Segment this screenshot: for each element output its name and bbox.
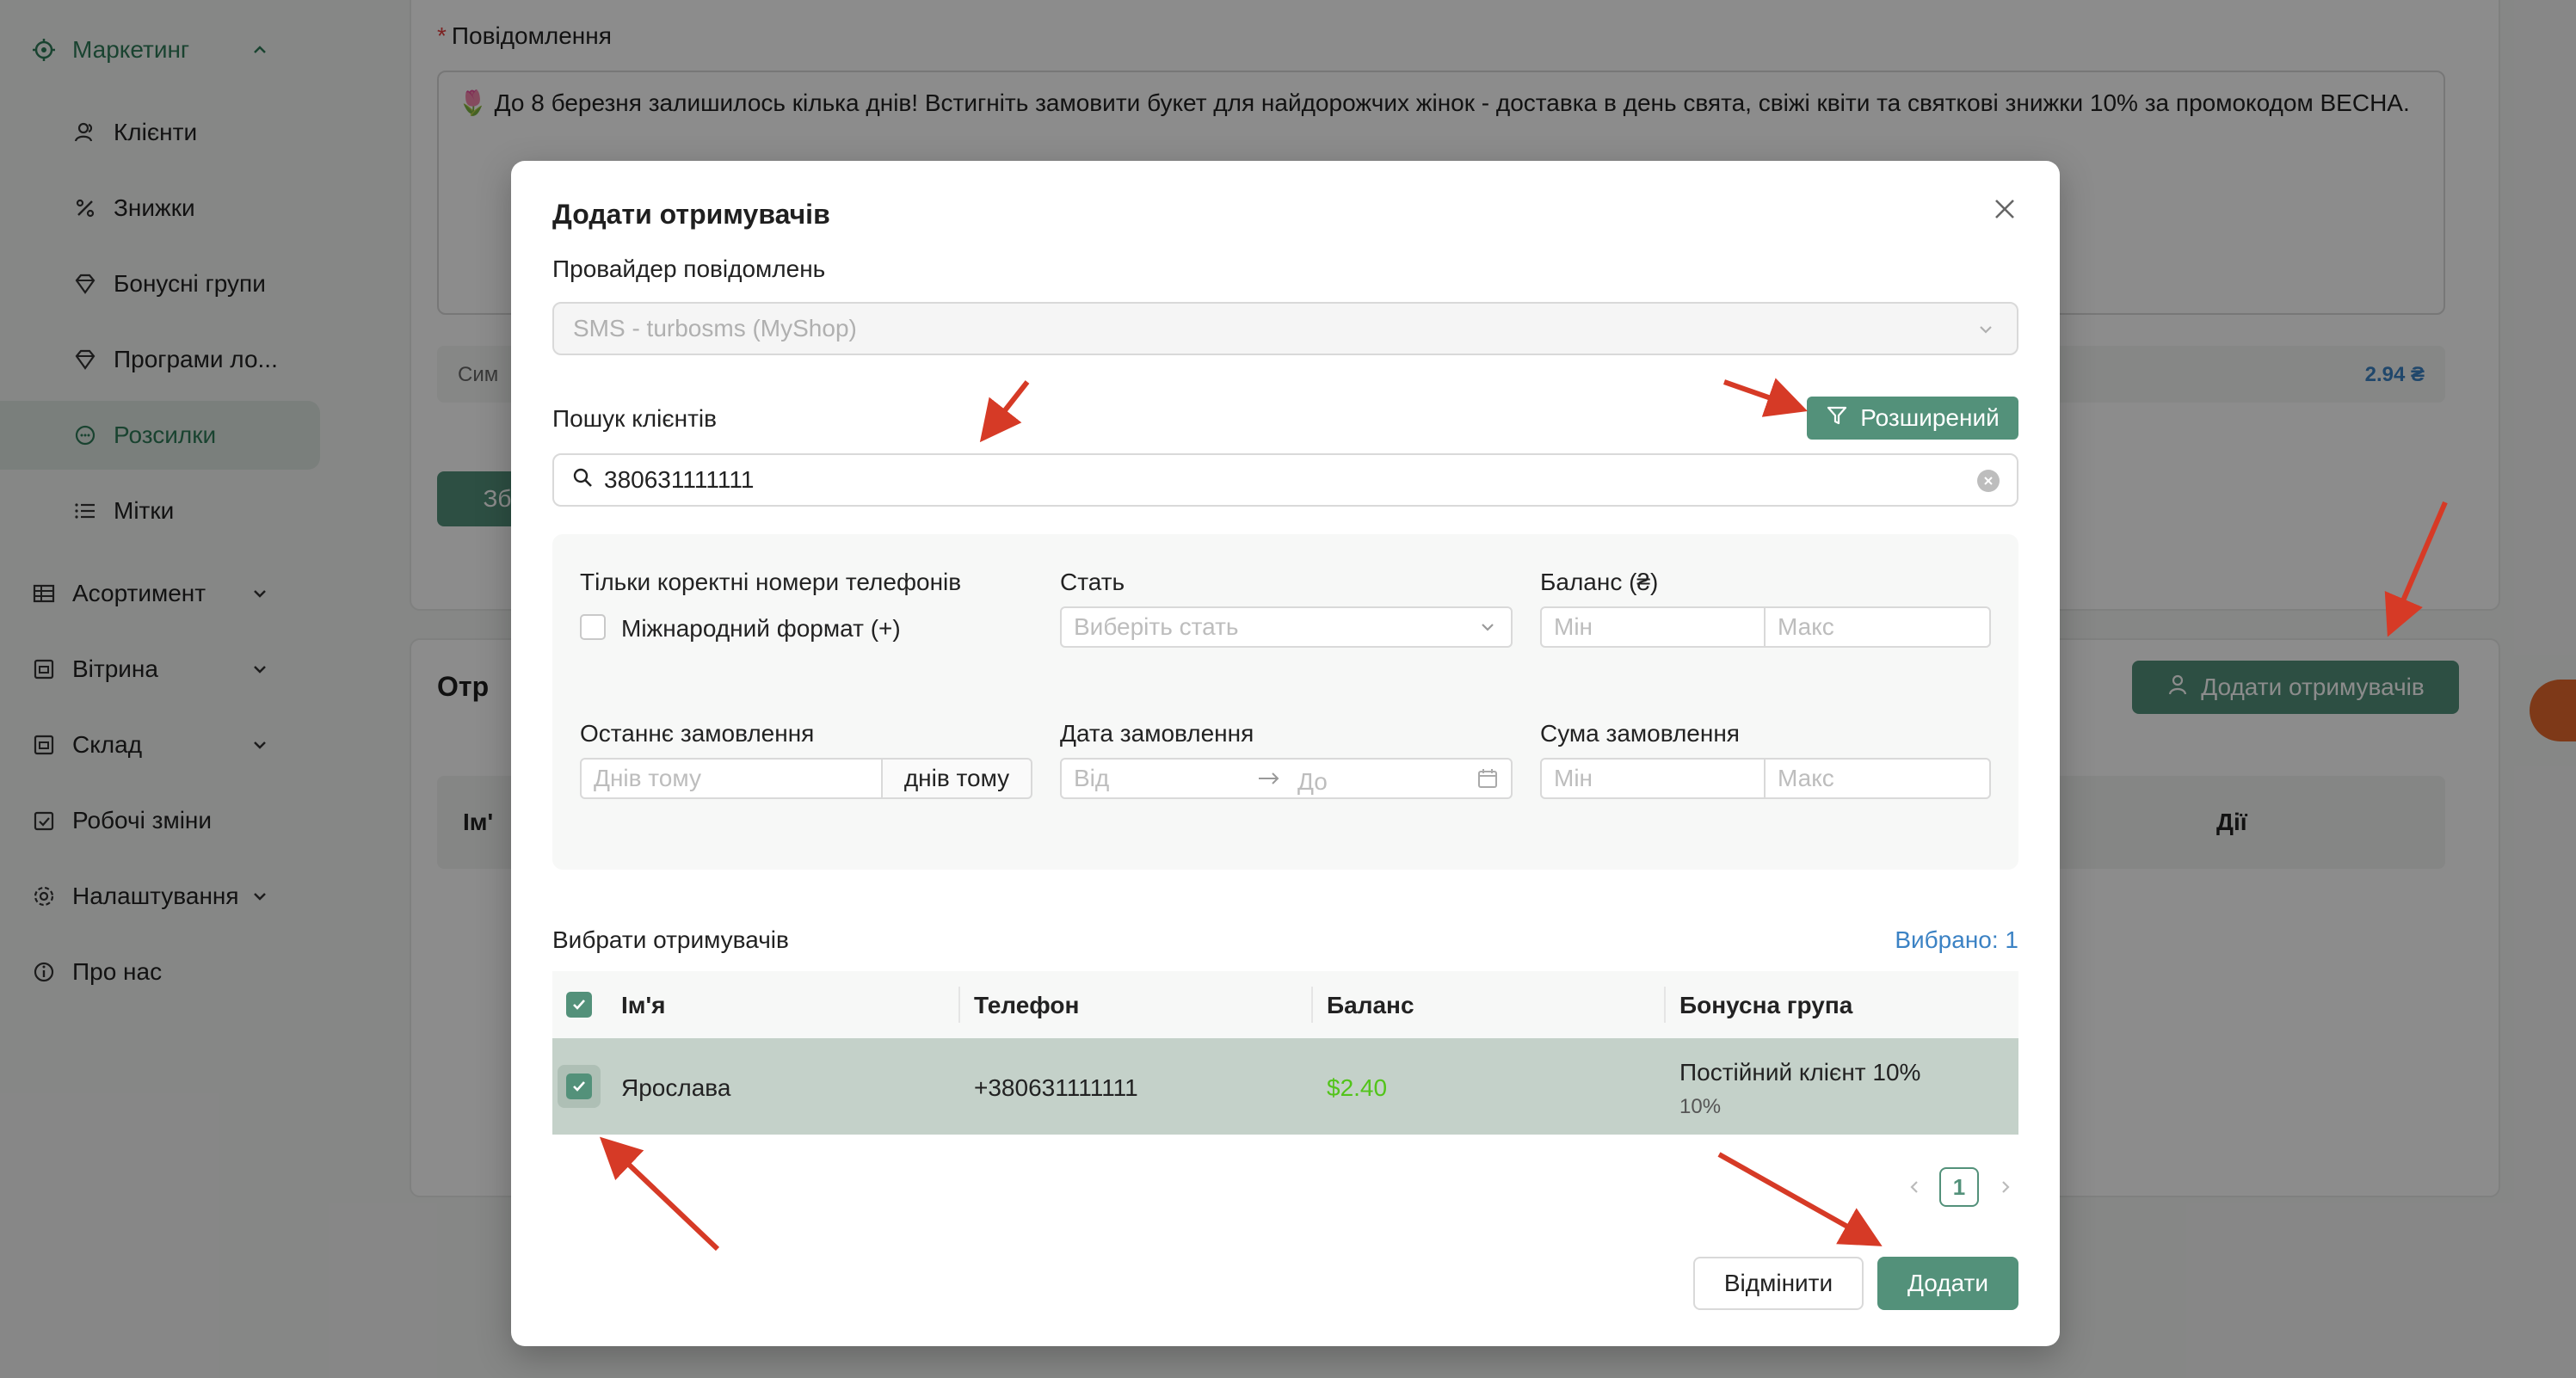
col-name: Ім'я xyxy=(621,992,666,1018)
pagination-prev[interactable] xyxy=(1901,1174,1927,1200)
valid-phones-label: Тільки коректні номери телефонів xyxy=(580,569,962,595)
order-sum-label: Сума замовлення xyxy=(1540,720,1740,747)
gender-label: Стать xyxy=(1060,569,1125,595)
column-divider xyxy=(1664,987,1666,1023)
search-value: 380631111111 xyxy=(604,466,755,493)
balance-label: Баланс (₴) xyxy=(1540,569,1659,595)
days-ago-input[interactable]: Днів тому xyxy=(580,758,883,799)
cell-phone: +380631111111 xyxy=(974,1074,1138,1101)
cell-bonus-group: Постійний клієнт 10% xyxy=(1679,1059,1921,1086)
column-divider xyxy=(958,987,960,1023)
cell-balance: $2.40 xyxy=(1327,1074,1388,1101)
order-sum-max-input[interactable]: Макс xyxy=(1764,758,1991,799)
arrow-right-icon xyxy=(1256,766,1282,797)
pagination-page[interactable]: 1 xyxy=(1939,1167,1979,1207)
intl-format-label: Міжнародний формат (+) xyxy=(621,615,901,642)
calendar-icon xyxy=(1476,767,1499,796)
provider-select: SMS - turbosms (MyShop) xyxy=(552,302,2018,355)
chevron-down-icon xyxy=(1476,616,1499,644)
select-recipients-label: Вибрати отримувачів xyxy=(552,926,789,953)
select-all-checkbox[interactable] xyxy=(566,992,592,1018)
column-divider xyxy=(1311,987,1313,1023)
cancel-button[interactable]: Відмінити xyxy=(1693,1257,1864,1310)
balance-min-input[interactable]: Мін xyxy=(1540,606,1766,648)
filter-icon xyxy=(1826,404,1848,433)
clear-icon[interactable] xyxy=(1977,470,2000,492)
provider-label: Провайдер повідомлень xyxy=(552,255,826,282)
order-date-label: Дата замовлення xyxy=(1060,720,1254,747)
chevron-down-icon xyxy=(1974,317,1998,348)
last-order-label: Останнє замовлення xyxy=(580,720,815,747)
cell-bonus-group-percent: 10% xyxy=(1679,1095,1722,1118)
pagination-next[interactable] xyxy=(1993,1174,2018,1200)
gender-select[interactable]: Виберіть стать xyxy=(1060,606,1513,648)
order-sum-min-input[interactable]: Мін xyxy=(1540,758,1766,799)
advanced-filter-button[interactable]: Розширений xyxy=(1807,397,2018,440)
add-recipients-modal: Додати отримувачів Провайдер повідомлень… xyxy=(511,161,2060,1346)
col-balance: Баланс xyxy=(1327,992,1414,1018)
col-bonus-group: Бонусна група xyxy=(1679,992,1853,1018)
add-button[interactable]: Додати xyxy=(1877,1257,2018,1310)
close-button[interactable] xyxy=(1986,192,2024,230)
order-date-range[interactable]: Від До xyxy=(1060,758,1513,799)
cell-name: Ярослава xyxy=(621,1074,731,1101)
modal-title: Додати отримувачів xyxy=(552,199,830,230)
check-icon xyxy=(573,1000,585,1010)
chevron-left-icon xyxy=(1910,1181,1918,1193)
row-checkbox[interactable] xyxy=(566,1073,592,1099)
chevron-right-icon xyxy=(2002,1181,2010,1193)
intl-format-checkbox[interactable] xyxy=(580,614,606,640)
advanced-filters-panel: Тільки коректні номери телефонів Міжнаро… xyxy=(552,534,2018,870)
days-ago-addon: днів тому xyxy=(881,758,1032,799)
search-icon xyxy=(571,466,594,495)
search-input[interactable]: 380631111111 xyxy=(552,453,2018,507)
balance-max-input[interactable]: Макс xyxy=(1764,606,1991,648)
close-icon xyxy=(1993,197,2017,225)
check-icon xyxy=(573,1081,585,1092)
table-row[interactable]: Ярослава +380631111111 $2.40 Постійний к… xyxy=(552,1038,2018,1135)
search-label: Пошук клієнтів xyxy=(552,405,717,432)
selected-count: Вибрано: 1 xyxy=(1895,926,2018,953)
date-to: До xyxy=(1297,768,1328,795)
table-header: Ім'я Телефон Баланс Бонусна група xyxy=(552,971,2018,1038)
date-from: Від xyxy=(1074,765,1110,791)
col-phone: Телефон xyxy=(974,992,1080,1018)
